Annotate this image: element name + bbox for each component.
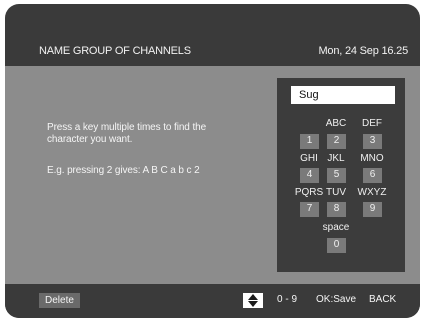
key-6-digit: 6 bbox=[369, 169, 376, 180]
key-7[interactable]: 7 bbox=[300, 202, 319, 217]
key-6[interactable]: 6 bbox=[363, 168, 382, 183]
key-5[interactable]: 5 bbox=[327, 168, 346, 183]
key-6-letters: MNO bbox=[360, 153, 384, 164]
instruction-example: E.g. pressing 2 gives: A B C a b c 2 bbox=[47, 165, 200, 176]
key-3-digit: 3 bbox=[369, 135, 376, 146]
date-time: Mon, 24 Sep 16.25 bbox=[318, 45, 408, 57]
key-9[interactable]: 9 bbox=[363, 202, 382, 217]
key-8-digit: 8 bbox=[333, 203, 340, 214]
instruction-line-2: character you want. bbox=[47, 134, 133, 145]
key-4-digit: 4 bbox=[306, 169, 313, 180]
key-1[interactable]: 1 bbox=[300, 134, 319, 149]
name-input[interactable]: Sug bbox=[291, 86, 395, 104]
header-bar: NAME GROUP OF CHANNELS Mon, 24 Sep 16.25 bbox=[5, 40, 420, 66]
key-1-digit: 1 bbox=[306, 135, 313, 146]
key-0-letters: space bbox=[322, 222, 350, 233]
name-input-value: Sug bbox=[299, 89, 319, 101]
footer-bar: Delete 0 - 9 OK:Save BACK bbox=[5, 284, 420, 318]
save-hint[interactable]: OK:Save bbox=[316, 294, 356, 305]
key-7-digit: 7 bbox=[306, 203, 313, 214]
key-9-letters: WXYZ bbox=[357, 187, 387, 198]
key-0-digit: 0 bbox=[333, 239, 340, 250]
page-title: NAME GROUP OF CHANNELS bbox=[39, 45, 191, 57]
up-down-arrows-icon bbox=[243, 293, 263, 308]
key-2-digit: 2 bbox=[333, 135, 340, 146]
tv-screen: NAME GROUP OF CHANNELS Mon, 24 Sep 16.25… bbox=[5, 4, 420, 318]
key-3[interactable]: 3 bbox=[363, 134, 382, 149]
key-0[interactable]: 0 bbox=[327, 238, 346, 253]
key-8[interactable]: 8 bbox=[327, 202, 346, 217]
key-5-letters: JKL bbox=[327, 153, 345, 164]
digits-hint: 0 - 9 bbox=[277, 294, 298, 305]
key-5-digit: 5 bbox=[333, 169, 340, 180]
delete-button[interactable]: Delete bbox=[39, 293, 80, 308]
instruction-line-1: Press a key multiple times to find the bbox=[47, 122, 207, 133]
back-hint[interactable]: BACK bbox=[369, 294, 396, 305]
key-9-digit: 9 bbox=[369, 203, 376, 214]
keypad-panel: Sug ABC DEF 1 2 3 GHI JKL MNO 4 5 6 PQRS… bbox=[277, 78, 405, 272]
key-2[interactable]: 2 bbox=[327, 134, 346, 149]
key-4[interactable]: 4 bbox=[300, 168, 319, 183]
key-2-letters: ABC bbox=[325, 118, 347, 129]
key-8-letters: TUV bbox=[326, 187, 346, 198]
key-3-letters: DEF bbox=[362, 118, 382, 129]
main-panel: Press a key multiple times to find the c… bbox=[5, 66, 420, 284]
